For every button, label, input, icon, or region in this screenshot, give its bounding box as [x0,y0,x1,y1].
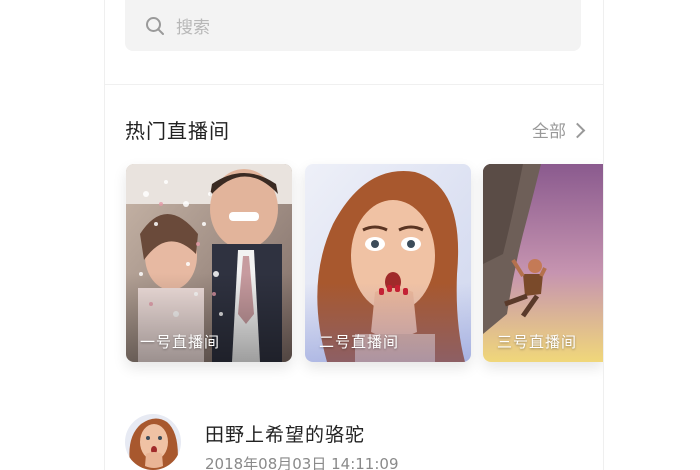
live-room-card[interactable]: 一号直播间 [126,164,292,362]
divider [105,84,603,85]
live-room-carousel: 一号直播间 二号直播间 三号直播间 [126,164,603,364]
section-title: 热门直播间 [125,119,230,143]
live-room-card[interactable]: 三号直播间 [483,164,603,362]
chevron-right-icon [569,122,586,138]
search-bar[interactable]: 搜索 [125,0,581,51]
search-input[interactable]: 搜索 [176,13,210,38]
list-item-title: 田野上希望的骆驼 [205,424,366,446]
live-room-label: 一号直播间 [140,333,221,351]
avatar [125,414,181,470]
list-item-timestamp: 2018年08月03日 14:11:09 [205,455,399,470]
app-screen: 搜索 热门直播间 全部 一号直播间 二号直播间 三号直播间 田野上希望的骆驼 2… [0,0,700,470]
see-all-label: 全部 [532,122,566,142]
see-all-link[interactable]: 全部 [532,117,586,142]
list-item[interactable]: 田野上希望的骆驼 2018年08月03日 14:11:09 [125,406,583,470]
search-icon [144,15,166,37]
live-room-label: 三号直播间 [497,333,578,351]
live-room-label: 二号直播间 [319,333,400,351]
live-room-card[interactable]: 二号直播间 [305,164,471,362]
phone-screen: 搜索 热门直播间 全部 一号直播间 二号直播间 三号直播间 田野上希望的骆驼 2… [104,0,604,470]
